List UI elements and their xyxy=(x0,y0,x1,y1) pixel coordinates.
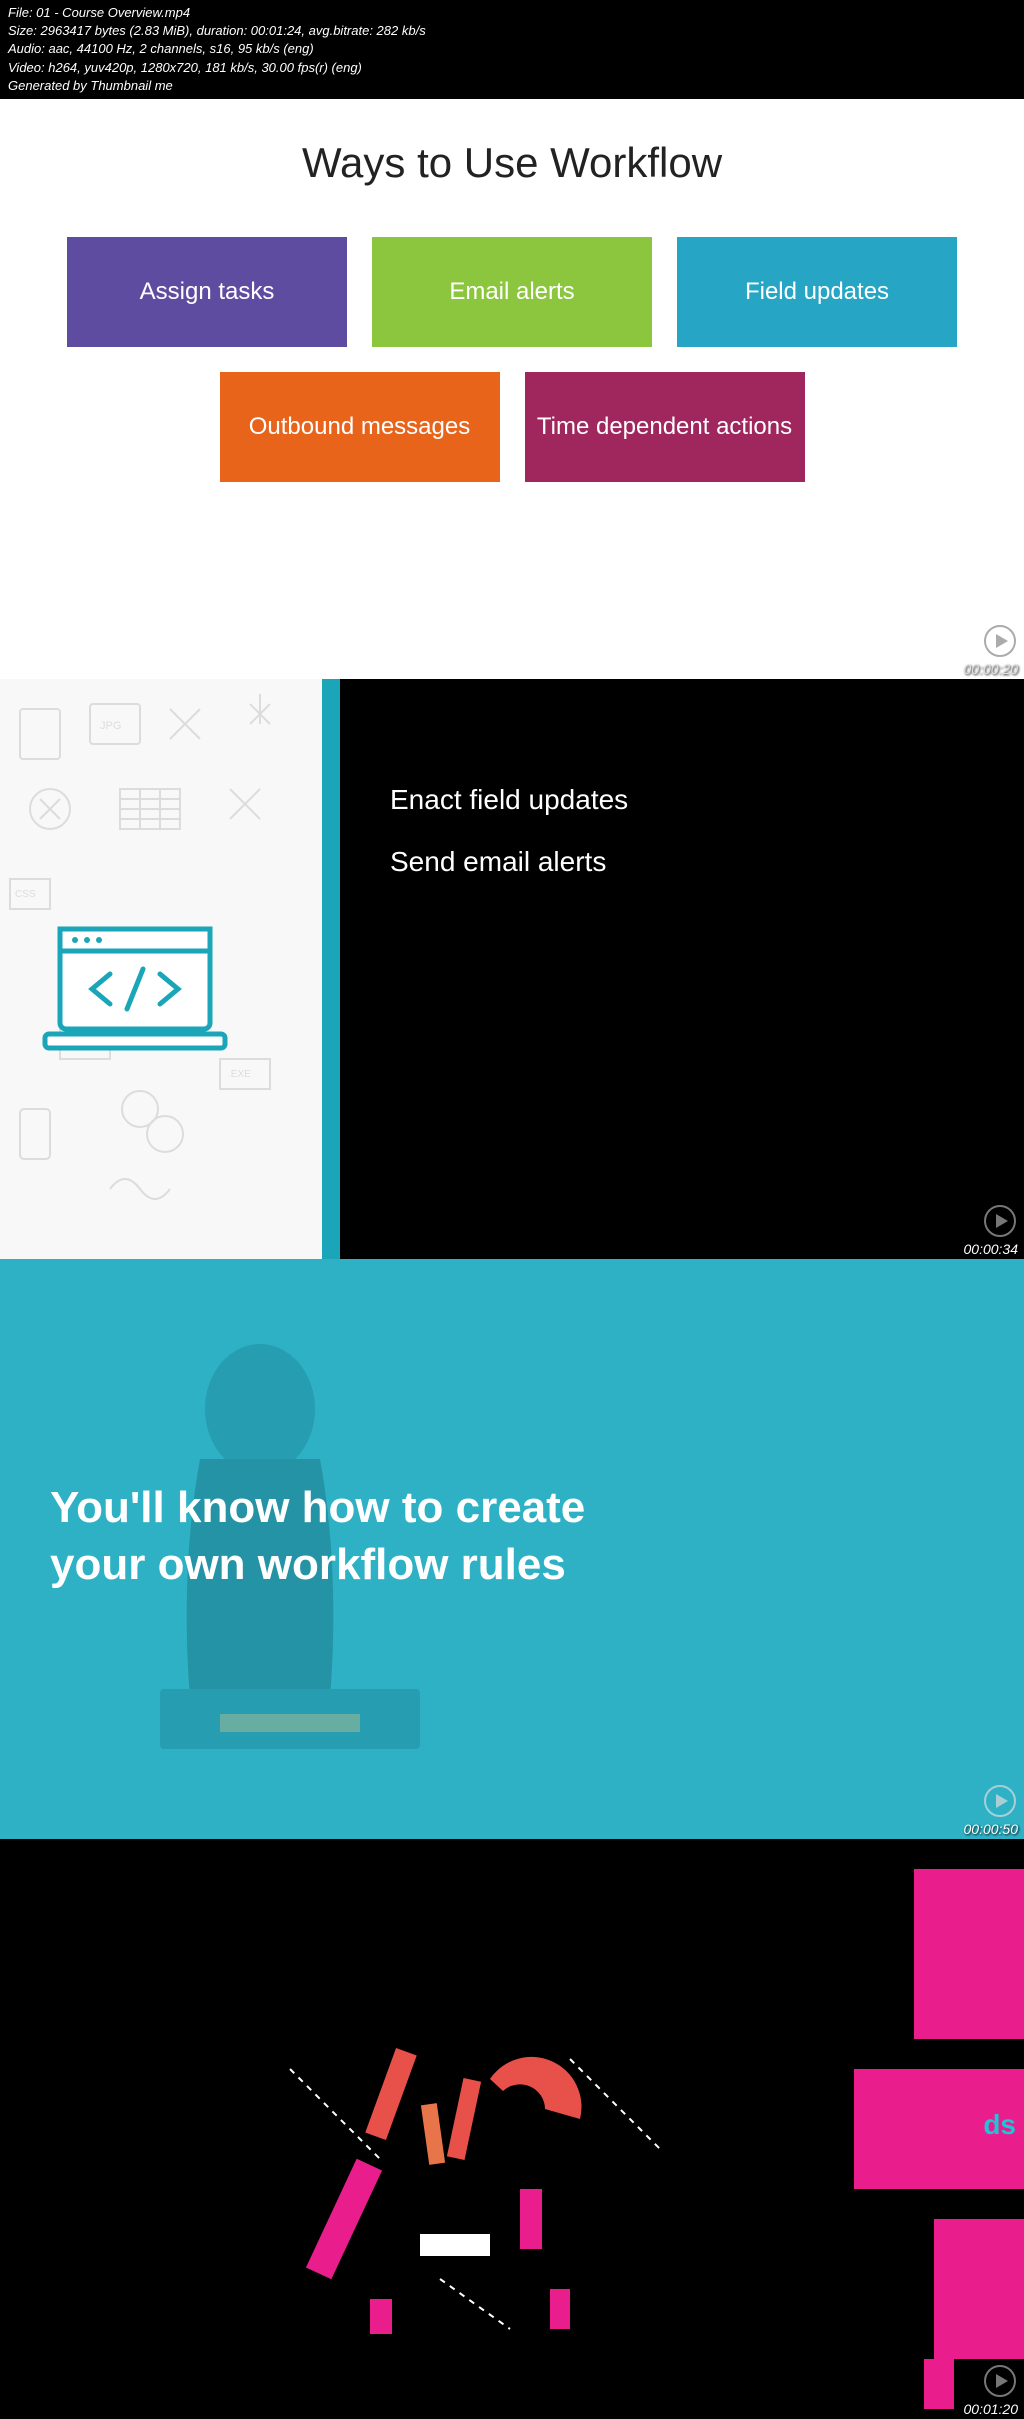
headline-line-1: You'll know how to create xyxy=(50,1479,585,1536)
thumbnail-frame-4: ds 00:01:20 xyxy=(0,1839,1024,2419)
timestamp: 00:00:50 xyxy=(964,1821,1019,1837)
play-icon xyxy=(984,1205,1016,1237)
pink-block-3 xyxy=(934,2219,1024,2359)
slide-title: Ways to Use Workflow xyxy=(40,139,984,187)
thumbnail-frame-1: Ways to Use Workflow Assign tasks Email … xyxy=(0,99,1024,679)
laptop-code-icon xyxy=(35,919,235,1064)
play-icon xyxy=(984,2365,1016,2397)
left-decoration-panel: JPG CSS HTML .EXE xyxy=(0,679,340,1259)
timestamp: 00:00:34 xyxy=(964,1241,1019,1257)
audio-line: Audio: aac, 44100 Hz, 2 channels, s16, 9… xyxy=(8,40,1016,58)
timestamp: 00:01:20 xyxy=(964,2401,1019,2417)
svg-text:.EXE: .EXE xyxy=(228,1069,251,1080)
partial-text-ds: ds xyxy=(983,2109,1016,2141)
box-time-dependent: Time dependent actions xyxy=(525,372,805,482)
box-row-1: Assign tasks Email alerts Field updates xyxy=(40,237,984,347)
bullet-line-1: Enact field updates xyxy=(390,769,974,831)
abstract-shapes xyxy=(260,1989,700,2339)
headline-line-2: your own workflow rules xyxy=(50,1536,585,1593)
box-assign-tasks: Assign tasks xyxy=(67,237,347,347)
video-line: Video: h264, yuv420p, 1280x720, 181 kb/s… xyxy=(8,59,1016,77)
metadata-header: File: 01 - Course Overview.mp4 Size: 296… xyxy=(0,0,1024,99)
box-email-alerts: Email alerts xyxy=(372,237,652,347)
box-outbound-messages: Outbound messages xyxy=(220,372,500,482)
pink-block-1 xyxy=(914,1869,1024,2039)
file-line: File: 01 - Course Overview.mp4 xyxy=(8,4,1016,22)
pink-block-4 xyxy=(924,2359,954,2409)
box-field-updates: Field updates xyxy=(677,237,957,347)
svg-text:JPG: JPG xyxy=(100,720,121,732)
thumbnail-frame-3: You'll know how to create your own workf… xyxy=(0,1259,1024,1839)
timestamp: 00:00:20 xyxy=(964,661,1019,677)
thumbnail-frame-2: JPG CSS HTML .EXE xyxy=(0,679,1024,1259)
headline-text: You'll know how to create your own workf… xyxy=(50,1479,585,1593)
svg-text:CSS: CSS xyxy=(15,889,36,900)
bullet-line-2: Send email alerts xyxy=(390,831,974,893)
play-icon xyxy=(984,625,1016,657)
play-icon xyxy=(984,1785,1016,1817)
generated-line: Generated by Thumbnail me xyxy=(8,77,1016,95)
right-text-panel: Enact field updates Send email alerts xyxy=(340,679,1024,1259)
size-line: Size: 2963417 bytes (2.83 MiB), duration… xyxy=(8,22,1016,40)
teal-vertical-strip xyxy=(322,679,340,1259)
box-row-2: Outbound messages Time dependent actions xyxy=(40,372,984,482)
